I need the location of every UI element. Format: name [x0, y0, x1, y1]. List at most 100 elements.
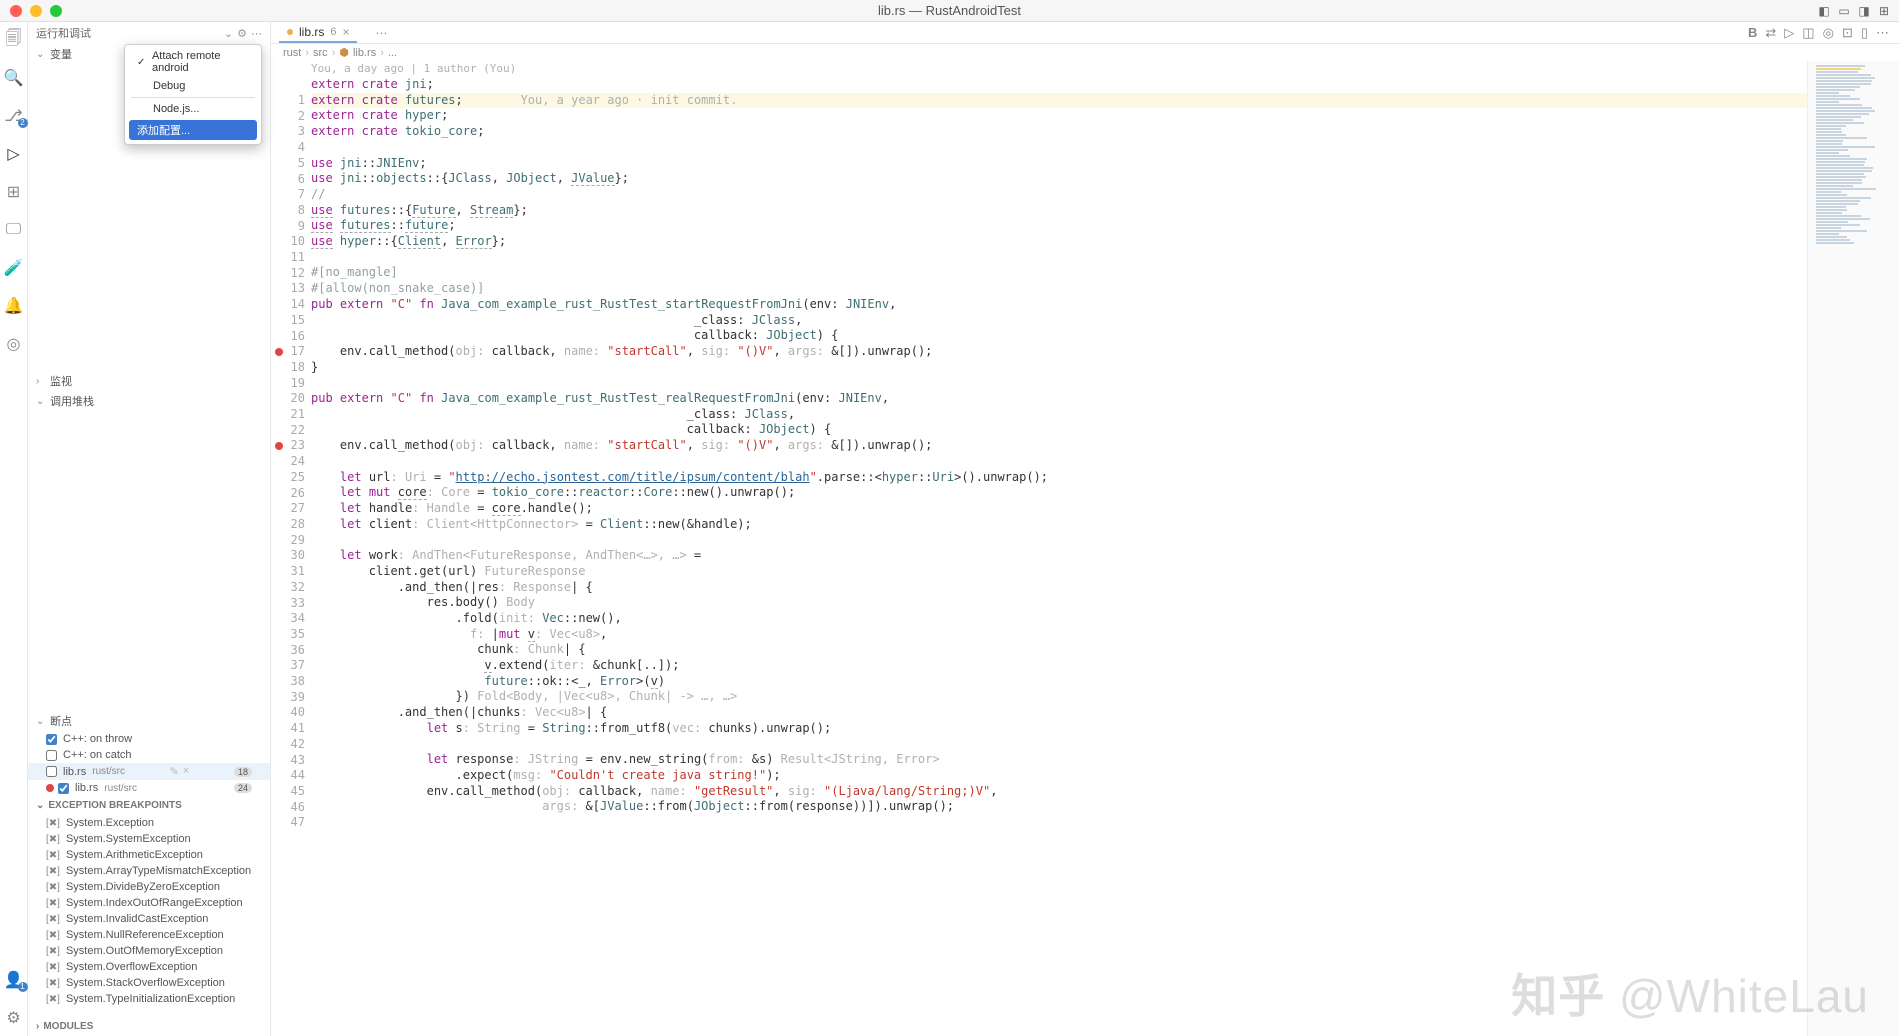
line-number[interactable]: 26 [271, 486, 305, 502]
line-number[interactable]: 46 [271, 800, 305, 816]
config-item-attach-remote-android[interactable]: ✓Attach remote android [125, 47, 261, 77]
exception-item[interactable]: [✖]System.DivideByZeroException [28, 879, 270, 895]
tab-lib-rs[interactable]: lib.rs 6 × [279, 22, 357, 43]
breakpoint-file-item[interactable]: lib.rsrust/src✎×18 [28, 763, 270, 780]
exception-item[interactable]: [✖]System.ArithmeticException [28, 847, 270, 863]
exception-item[interactable]: [✖]System.NullReferenceException [28, 927, 270, 943]
explorer-icon[interactable]: 🗐 [4, 30, 24, 50]
line-number[interactable]: 9 [271, 219, 305, 235]
layout-panel-left-icon[interactable]: ◧ [1817, 4, 1831, 18]
line-number[interactable]: 33 [271, 596, 305, 612]
line-number[interactable]: 41 [271, 721, 305, 737]
code-content[interactable]: You, a day ago | 1 author (You) extern cr… [311, 61, 1807, 1036]
breakpoint-item[interactable]: C++: on catch [28, 747, 270, 763]
breakpoint-marker-icon[interactable] [275, 348, 283, 356]
breadcrumb-item[interactable]: rust [283, 47, 301, 59]
exception-item[interactable]: [✖]System.SystemException [28, 831, 270, 847]
remote-icon[interactable]: 🖵 [4, 220, 24, 240]
close-window-button[interactable] [10, 5, 22, 17]
code-line[interactable]: env.call_method(obj: callback, name: "st… [311, 438, 1807, 454]
line-number[interactable]: 43 [271, 753, 305, 769]
code-line[interactable]: let work: AndThen<FutureResponse, AndThe… [311, 548, 1807, 564]
callstack-section[interactable]: ⌄调用堆栈 [28, 391, 270, 411]
line-number[interactable]: 42 [271, 737, 305, 753]
toolbar-more-icon[interactable]: ⋯ [1876, 25, 1889, 41]
breakpoint-item[interactable]: C++: on throw [28, 731, 270, 747]
code-line[interactable]: let handle: Handle = core.handle(); [311, 501, 1807, 517]
line-number[interactable]: 2 [271, 109, 305, 125]
breakpoint-checkbox[interactable] [58, 783, 69, 794]
line-number[interactable]: 39 [271, 690, 305, 706]
code-line[interactable]: extern crate hyper; [311, 108, 1807, 124]
exception-item[interactable]: [✖]System.Exception [28, 815, 270, 831]
code-line[interactable]: env.call_method(obj: callback, name: "st… [311, 344, 1807, 360]
line-number[interactable]: 19 [271, 376, 305, 392]
code-line[interactable]: args: &[JValue::from(JObject::from(respo… [311, 799, 1807, 815]
code-line[interactable]: use jni::objects::{JClass, JObject, JVal… [311, 171, 1807, 187]
breadcrumb-item[interactable]: lib.rs [353, 47, 376, 59]
line-number[interactable]: 35 [271, 627, 305, 643]
code-line[interactable]: pub extern "C" fn Java_com_example_rust_… [311, 391, 1807, 407]
line-number[interactable]: 37 [271, 658, 305, 674]
line-number[interactable]: 22 [271, 423, 305, 439]
line-number[interactable]: 12 [271, 266, 305, 282]
layout-panel-bottom-icon[interactable]: ▭ [1837, 4, 1851, 18]
code-line[interactable]: callback: JObject) { [311, 422, 1807, 438]
exception-item[interactable]: [✖]System.StackOverflowException [28, 975, 270, 991]
line-number[interactable]: 10 [271, 234, 305, 250]
breadcrumb-item[interactable]: src [313, 47, 328, 59]
line-number[interactable]: 14 [271, 297, 305, 313]
layout-panel-right-icon[interactable]: ◨ [1857, 4, 1871, 18]
modules-header[interactable]: ›MODULES [28, 1017, 270, 1036]
code-line[interactable]: let s: String = String::from_utf8(vec: c… [311, 721, 1807, 737]
exception-breakpoints-header[interactable]: ⌄EXCEPTION BREAKPOINTS [28, 796, 270, 815]
search-icon[interactable]: 🔍 [4, 68, 24, 88]
line-number[interactable]: 38 [271, 674, 305, 690]
code-line[interactable] [311, 375, 1807, 391]
exception-item[interactable]: [✖]System.InvalidCastException [28, 911, 270, 927]
layout-customize-icon[interactable]: ⊞ [1877, 4, 1891, 18]
code-line[interactable] [311, 250, 1807, 266]
exception-item[interactable]: [✖]System.TypeInitializationException [28, 991, 270, 1007]
line-number[interactable]: 3 [271, 124, 305, 140]
config-item-debug[interactable]: Debug [125, 77, 261, 95]
watch-section[interactable]: ›监视 [28, 371, 270, 391]
codelens[interactable]: You, a day ago | 1 author (You) [311, 61, 1807, 77]
code-line[interactable]: } [311, 360, 1807, 376]
code-line[interactable]: .and_then(|res: Response| { [311, 580, 1807, 596]
code-line[interactable]: use hyper::{Client, Error}; [311, 234, 1807, 250]
exception-item[interactable]: [✖]System.OutOfMemoryException [28, 943, 270, 959]
toolbar-bold-icon[interactable]: B [1748, 25, 1757, 41]
line-number[interactable]: 7 [271, 187, 305, 203]
line-number[interactable]: 8 [271, 203, 305, 219]
breakpoints-section[interactable]: ⌄断点 [28, 711, 270, 731]
code-line[interactable]: client.get(url) FutureResponse [311, 564, 1807, 580]
breadcrumb[interactable]: rust› src› ⬢ lib.rs› ... [271, 44, 1899, 61]
code-line[interactable]: chunk: Chunk| { [311, 642, 1807, 658]
testing-icon[interactable]: 🧪 [4, 258, 24, 278]
code-line[interactable] [311, 737, 1807, 753]
code-line[interactable]: callback: JObject) { [311, 328, 1807, 344]
breakpoint-checkbox[interactable] [46, 766, 57, 777]
run-debug-icon[interactable]: ▷ [4, 144, 24, 164]
code-line[interactable] [311, 140, 1807, 156]
exception-item[interactable]: [✖]System.ArrayTypeMismatchException [28, 863, 270, 879]
line-number[interactable]: 40 [271, 705, 305, 721]
extensions-icon[interactable]: ⊞ [4, 182, 24, 202]
exception-item[interactable]: [✖]System.IndexOutOfRangeException [28, 895, 270, 911]
line-number[interactable]: 47 [271, 815, 305, 831]
line-number[interactable]: 1 [271, 93, 305, 109]
line-number[interactable]: 29 [271, 533, 305, 549]
toolbar-circle-icon[interactable]: ◎ [1823, 25, 1834, 41]
breakpoint-file-item[interactable]: lib.rsrust/src24 [28, 780, 270, 796]
line-number[interactable]: 28 [271, 517, 305, 533]
debug-settings-icon[interactable]: ⚙ [237, 27, 247, 40]
settings-gear-icon[interactable]: ⚙ [4, 1008, 24, 1028]
code-line[interactable]: _class: JClass, [311, 313, 1807, 329]
toolbar-panel-icon[interactable]: ▯ [1861, 25, 1868, 41]
code-line[interactable]: f: |mut v: Vec<u8>, [311, 627, 1807, 643]
line-number[interactable]: 13 [271, 281, 305, 297]
line-number[interactable]: 4 [271, 140, 305, 156]
code-line[interactable] [311, 532, 1807, 548]
code-line[interactable]: // [311, 187, 1807, 203]
